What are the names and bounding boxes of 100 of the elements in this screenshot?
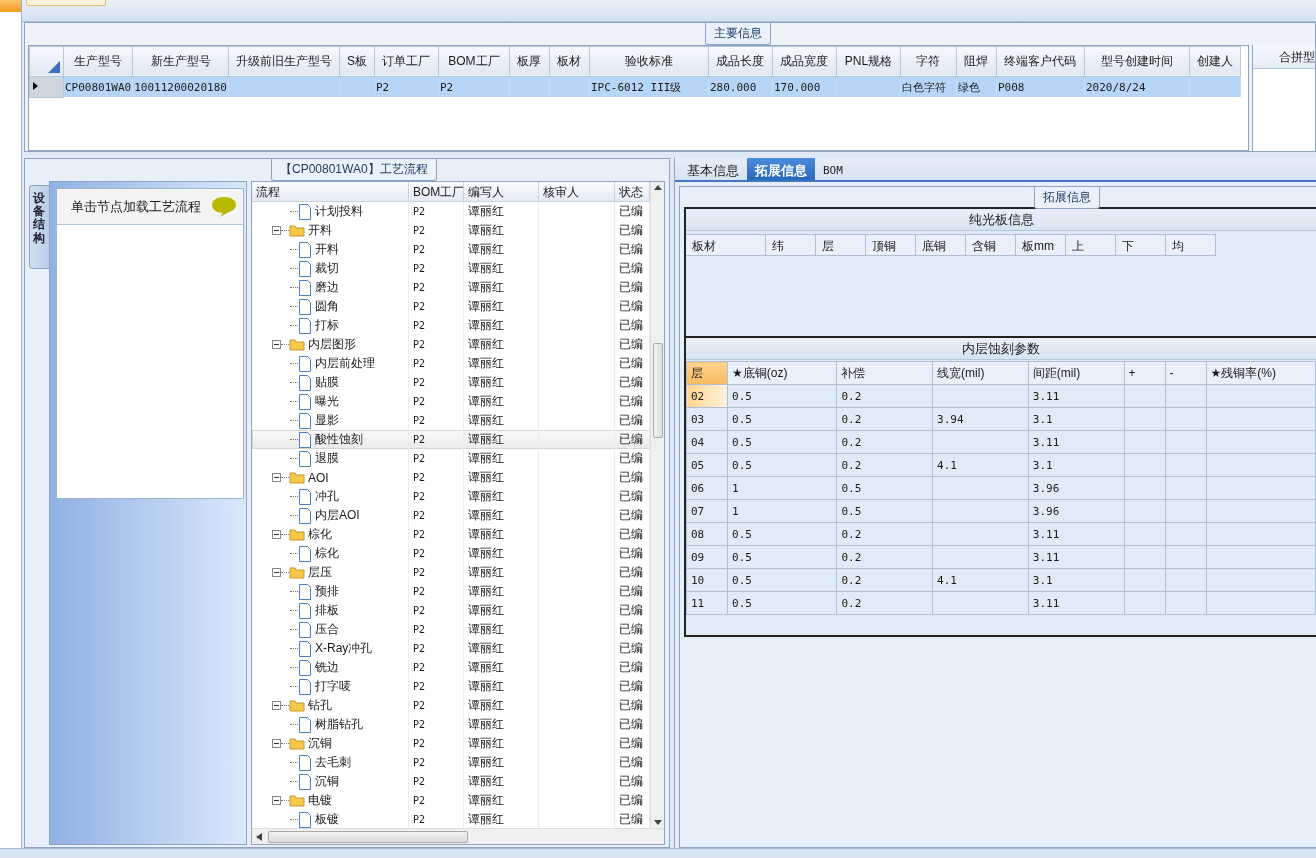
column-header[interactable]: 板材 bbox=[549, 46, 590, 77]
row-header[interactable]: 11 bbox=[686, 591, 728, 615]
row-header[interactable]: 07 bbox=[686, 499, 728, 523]
column-header[interactable]: ★残铜率(%) bbox=[1206, 361, 1316, 385]
tree-row[interactable]: 圆角 P2 谭丽红 已编 bbox=[252, 297, 650, 316]
tree-row[interactable]: 内层前处理 P2 谭丽红 已编 bbox=[252, 354, 650, 373]
scroll-up-icon[interactable] bbox=[653, 184, 662, 190]
tree-row[interactable]: 打标 P2 谭丽红 已编 bbox=[252, 316, 650, 335]
tree-row[interactable]: AOI P2 谭丽红 已编 bbox=[252, 468, 650, 487]
column-header[interactable]: 底铜 bbox=[916, 234, 966, 256]
column-header[interactable]: 终端客户代码 bbox=[996, 46, 1085, 77]
scroll-thumb[interactable] bbox=[268, 830, 468, 843]
column-header[interactable]: 生产型号 bbox=[63, 46, 133, 77]
collapse-icon[interactable] bbox=[272, 473, 281, 482]
tree-row[interactable]: 铣边 P2 谭丽红 已编 bbox=[252, 658, 650, 677]
collapse-icon[interactable] bbox=[272, 739, 281, 748]
column-header[interactable]: 层 bbox=[686, 361, 728, 385]
collapse-icon[interactable] bbox=[272, 226, 281, 235]
row-header[interactable]: 02 bbox=[686, 384, 728, 408]
tree-row[interactable]: 打字唛 P2 谭丽红 已编 bbox=[252, 677, 650, 696]
column-header[interactable]: 线宽(mil) bbox=[932, 361, 1029, 385]
column-header[interactable]: 创建人 bbox=[1189, 46, 1241, 77]
tree-row[interactable]: 退膜 P2 谭丽红 已编 bbox=[252, 449, 650, 468]
row-header[interactable]: 09 bbox=[686, 545, 728, 569]
tree-row[interactable]: 沉铜 P2 谭丽红 已编 bbox=[252, 734, 650, 753]
column-header[interactable]: 阻焊 bbox=[956, 46, 997, 77]
scroll-thumb[interactable] bbox=[652, 342, 663, 438]
tree-row[interactable]: 沉铜 P2 谭丽红 已编 bbox=[252, 772, 650, 791]
column-header[interactable]: 成品长度 bbox=[708, 46, 773, 77]
column-header[interactable]: ★底铜(oz) bbox=[727, 361, 837, 385]
row-header[interactable]: 08 bbox=[686, 522, 728, 546]
column-header[interactable]: 下 bbox=[1116, 234, 1166, 256]
tree-row[interactable]: 裁切 P2 谭丽红 已编 bbox=[252, 259, 650, 278]
scroll-down-icon[interactable] bbox=[653, 820, 662, 826]
tree-row[interactable]: 计划投料 P2 谭丽红 已编 bbox=[252, 202, 650, 221]
column-header[interactable]: PNL规格 bbox=[836, 46, 901, 77]
column-header[interactable]: 顶铜 bbox=[866, 234, 916, 256]
row-header[interactable]: 10 bbox=[686, 568, 728, 592]
column-header[interactable]: 补偿 bbox=[836, 361, 933, 385]
column-header[interactable]: 升级前旧生产型号 bbox=[228, 46, 340, 77]
column-header[interactable]: 板厚 bbox=[509, 46, 550, 77]
column-header[interactable]: 流程 bbox=[252, 182, 409, 201]
tree-row[interactable]: 开料 P2 谭丽红 已编 bbox=[252, 221, 650, 240]
row-header[interactable]: 03 bbox=[686, 407, 728, 431]
tab[interactable]: 基本信息 bbox=[679, 158, 747, 180]
column-header[interactable]: 订单工厂 bbox=[374, 46, 439, 77]
tree-row[interactable]: 磨边 P2 谭丽红 已编 bbox=[252, 278, 650, 297]
tree-row[interactable]: 钻孔 P2 谭丽红 已编 bbox=[252, 696, 650, 715]
tree-row[interactable]: 层压 P2 谭丽红 已编 bbox=[252, 563, 650, 582]
tree-row[interactable]: 开料 P2 谭丽红 已编 bbox=[252, 240, 650, 259]
collapse-icon[interactable] bbox=[272, 340, 281, 349]
tree-row[interactable]: 内层AOI P2 谭丽红 已编 bbox=[252, 506, 650, 525]
column-header[interactable]: 上 bbox=[1066, 234, 1116, 256]
column-header[interactable]: 板材 bbox=[686, 234, 766, 256]
horizontal-scrollbar[interactable] bbox=[252, 828, 664, 844]
column-header[interactable]: 新生产型号 bbox=[132, 46, 229, 77]
column-header[interactable]: 编写人 bbox=[464, 182, 539, 201]
collapse-icon[interactable] bbox=[272, 701, 281, 710]
column-header[interactable]: 间距(mil) bbox=[1028, 361, 1124, 385]
tab[interactable]: 拓展信息 bbox=[747, 158, 815, 180]
tree-row[interactable]: 内层图形 P2 谭丽红 已编 bbox=[252, 335, 650, 354]
tree-row[interactable]: 贴膜 P2 谭丽红 已编 bbox=[252, 373, 650, 392]
column-header[interactable]: 核审人 bbox=[539, 182, 615, 201]
tree-row[interactable]: 预排 P2 谭丽红 已编 bbox=[252, 582, 650, 601]
column-header[interactable]: 验收标准 bbox=[589, 46, 709, 77]
row-header[interactable]: 05 bbox=[686, 453, 728, 477]
row-header[interactable]: 04 bbox=[686, 430, 728, 454]
tree-row[interactable]: 树脂钻孔 P2 谭丽红 已编 bbox=[252, 715, 650, 734]
tree-row[interactable]: 去毛刺 P2 谭丽红 已编 bbox=[252, 753, 650, 772]
column-header[interactable]: 型号创建时间 bbox=[1084, 46, 1190, 77]
tree-row[interactable]: 压合 P2 谭丽红 已编 bbox=[252, 620, 650, 639]
column-header[interactable]: 层 bbox=[816, 234, 866, 256]
column-header[interactable]: 成品宽度 bbox=[772, 46, 837, 77]
tree-row[interactable]: 棕化 P2 谭丽红 已编 bbox=[252, 525, 650, 544]
column-header[interactable]: 板mm bbox=[1016, 234, 1066, 256]
column-header[interactable]: S板 bbox=[339, 46, 375, 77]
column-header[interactable]: + bbox=[1124, 361, 1166, 385]
collapse-icon[interactable] bbox=[272, 796, 281, 805]
column-header[interactable]: - bbox=[1165, 361, 1207, 385]
column-header[interactable]: BOM工厂 bbox=[409, 182, 464, 201]
column-header[interactable]: 含铜 bbox=[966, 234, 1016, 256]
scroll-left-icon[interactable] bbox=[256, 832, 262, 841]
collapse-icon[interactable] bbox=[272, 530, 281, 539]
vertical-scrollbar[interactable] bbox=[650, 182, 664, 828]
side-tab[interactable]: 设备结构 bbox=[29, 185, 49, 269]
tree-row[interactable]: 排板 P2 谭丽红 已编 bbox=[252, 601, 650, 620]
column-header[interactable]: 均 bbox=[1166, 234, 1216, 256]
column-header[interactable]: 纬 bbox=[766, 234, 816, 256]
column-header[interactable]: 字符 bbox=[900, 46, 957, 77]
tree-row[interactable]: 电镀 P2 谭丽红 已编 bbox=[252, 791, 650, 810]
tab[interactable]: BOM bbox=[815, 158, 851, 180]
column-header[interactable]: BOM工厂 bbox=[438, 46, 510, 77]
row-header[interactable] bbox=[29, 76, 64, 98]
tree-row[interactable]: 曝光 P2 谭丽红 已编 bbox=[252, 392, 650, 411]
row-header[interactable]: 06 bbox=[686, 476, 728, 500]
tree-row[interactable]: 酸性蚀刻 P2 谭丽红 已编 bbox=[252, 430, 650, 449]
tree-row[interactable]: X-Ray冲孔 P2 谭丽红 已编 bbox=[252, 639, 650, 658]
collapse-icon[interactable] bbox=[272, 568, 281, 577]
column-header[interactable]: 合拼型 bbox=[1253, 44, 1315, 69]
tree-row[interactable]: 冲孔 P2 谭丽红 已编 bbox=[252, 487, 650, 506]
